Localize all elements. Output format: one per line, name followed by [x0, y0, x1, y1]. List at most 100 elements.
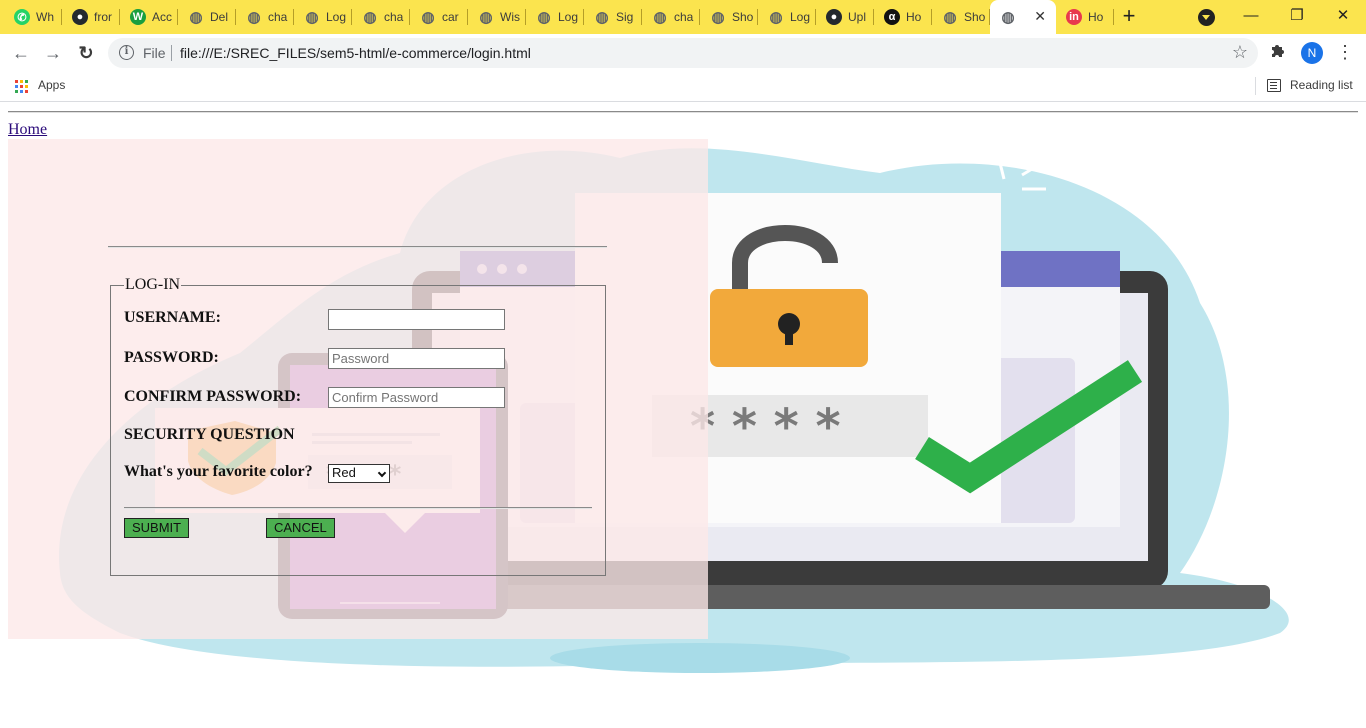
- browser-tab[interactable]: ● fror: [62, 0, 120, 34]
- tab-title: Wis: [500, 10, 520, 24]
- globe-icon: ◍: [421, 9, 435, 26]
- back-button[interactable]: ←: [9, 41, 33, 65]
- browser-tab[interactable]: ◍ car: [410, 0, 468, 34]
- github-icon: ●: [72, 9, 88, 25]
- bookmark-star-icon[interactable]: ☆: [1232, 42, 1248, 63]
- browser-tab[interactable]: ◍ cha: [352, 0, 410, 34]
- chevron-down-icon: [377, 468, 387, 478]
- globe-icon: ◍: [363, 9, 377, 26]
- close-window-button[interactable]: ✕: [1330, 4, 1356, 28]
- globe-icon: ◍: [653, 9, 667, 26]
- password-input[interactable]: [328, 348, 505, 369]
- globe-icon: ◍: [595, 9, 609, 26]
- browser-tab[interactable]: ● Upl: [816, 0, 874, 34]
- globe-icon: ◍: [537, 9, 551, 26]
- tab-title: cha: [384, 10, 404, 24]
- tab-title: Log: [558, 10, 579, 24]
- browser-toolbar: ← → ↻ i File file:///E:/SREC_FILES/sem5-…: [0, 34, 1366, 72]
- reload-button[interactable]: ↻: [74, 41, 98, 65]
- submit-button[interactable]: SUBMIT: [124, 518, 190, 538]
- bookmarks-bar: Apps Reading list: [0, 72, 1366, 102]
- blob-dot: [688, 646, 712, 670]
- browser-tab[interactable]: W Acc: [120, 0, 178, 34]
- browser-tab[interactable]: ◍ Sig: [584, 0, 642, 34]
- browser-tab[interactable]: ◍ Wis: [468, 0, 526, 34]
- globe-icon: ◍: [1001, 9, 1015, 26]
- profile-avatar[interactable]: N: [1301, 42, 1323, 64]
- browser-tab[interactable]: in Ho: [1056, 0, 1114, 34]
- cancel-button[interactable]: CANCEL: [266, 518, 335, 538]
- tab-title: fror: [94, 10, 112, 24]
- form-divider: [124, 507, 592, 509]
- alpha-logo-icon: α: [884, 9, 900, 25]
- favorite-color-value: Red: [332, 465, 356, 480]
- favorite-color-label: What's your favorite color?: [124, 463, 313, 480]
- apps-shortcut[interactable]: Apps: [38, 78, 65, 92]
- confirm-password-input[interactable]: [328, 387, 505, 408]
- globe-icon: ◍: [189, 9, 203, 26]
- url-text[interactable]: file:///E:/SREC_FILES/sem5-html/e-commer…: [180, 45, 531, 61]
- tab-title: Ho: [1088, 10, 1104, 24]
- reading-list-button[interactable]: Reading list: [1290, 78, 1353, 92]
- keyhole: [785, 325, 793, 345]
- globe-icon: ◍: [769, 9, 783, 26]
- username-label: USERNAME:: [124, 309, 221, 326]
- form-horizontal-rule: [108, 246, 607, 248]
- home-link[interactable]: Home: [8, 121, 47, 139]
- browser-tab[interactable]: ✆ Wh: [4, 0, 62, 34]
- tab-search-button[interactable]: [1198, 9, 1215, 26]
- new-tab-button[interactable]: +: [1118, 5, 1140, 28]
- tab-title: Upl: [848, 10, 867, 24]
- tab-title: Sig: [616, 10, 634, 24]
- apps-grid-icon[interactable]: [15, 80, 28, 93]
- tab-title: Log: [326, 10, 347, 24]
- browser-tab[interactable]: ◍ Log: [526, 0, 584, 34]
- username-input[interactable]: [328, 309, 505, 330]
- w-logo-icon: W: [130, 9, 146, 25]
- tab-title: Sho: [732, 10, 754, 24]
- login-legend: LOG-IN: [125, 276, 181, 293]
- tab-title: Ho: [906, 10, 922, 24]
- extensions-puzzle-icon[interactable]: [1270, 42, 1286, 63]
- whatsapp-icon: ✆: [14, 9, 30, 25]
- close-tab-icon[interactable]: ✕: [1034, 8, 1046, 25]
- browser-tab[interactable]: ◍ Sho: [932, 0, 990, 34]
- address-bar[interactable]: i File file:///E:/SREC_FILES/sem5-html/e…: [108, 38, 1258, 68]
- bookmarks-divider: [1255, 77, 1256, 95]
- password-label: PASSWORD:: [124, 349, 219, 366]
- minimize-button[interactable]: —: [1238, 4, 1264, 28]
- tab-title: car: [442, 10, 459, 24]
- scheme-label: File: [143, 45, 166, 61]
- browser-tab[interactable]: ◍ cha: [642, 0, 700, 34]
- info-icon[interactable]: i: [119, 45, 134, 60]
- globe-icon: ◍: [943, 9, 957, 26]
- browser-tab[interactable]: ◍ cha: [236, 0, 294, 34]
- reading-list-icon[interactable]: [1267, 79, 1281, 92]
- favorite-color-select[interactable]: Red: [328, 464, 390, 483]
- omnibox-divider: [171, 45, 172, 61]
- globe-icon: ◍: [247, 9, 261, 26]
- illustration-password-mask: * * * *: [690, 399, 841, 455]
- forward-button[interactable]: →: [41, 41, 65, 65]
- browser-menu-icon[interactable]: ⋮: [1336, 40, 1354, 64]
- tab-strip: + — ❐ ✕ ✆ Wh ● fror W Acc ◍ Del ◍ cha ◍ Log ◍ cha ◍ car…: [0, 0, 1366, 34]
- browser-tab[interactable]: ◍ Del: [178, 0, 236, 34]
- browser-tab[interactable]: ◍ Log: [758, 0, 816, 34]
- page-viewport: * * * * * * * * Home LOG-IN USERNAME: PA…: [0, 103, 1366, 728]
- top-horizontal-rule: [8, 111, 1358, 113]
- tab-title: cha: [674, 10, 694, 24]
- tab-title: Log: [790, 10, 811, 24]
- globe-icon: ◍: [711, 9, 725, 26]
- github-icon: ●: [826, 9, 842, 25]
- browser-tab[interactable]: ◍ ✕: [990, 0, 1056, 34]
- login-fieldset: LOG-IN USERNAME: PASSWORD: CONFIRM PASSW…: [110, 276, 606, 576]
- restore-button[interactable]: ❐: [1284, 4, 1310, 28]
- tab-title: cha: [268, 10, 288, 24]
- browser-tab[interactable]: ◍ Sho: [700, 0, 758, 34]
- tab-separator: [1113, 9, 1114, 25]
- tab-title: Wh: [36, 10, 54, 24]
- browser-tab[interactable]: ◍ Log: [294, 0, 352, 34]
- security-question-heading: SECURITY QUESTION: [124, 426, 295, 443]
- tab-title: Sho: [964, 10, 986, 24]
- browser-tab[interactable]: α Ho: [874, 0, 932, 34]
